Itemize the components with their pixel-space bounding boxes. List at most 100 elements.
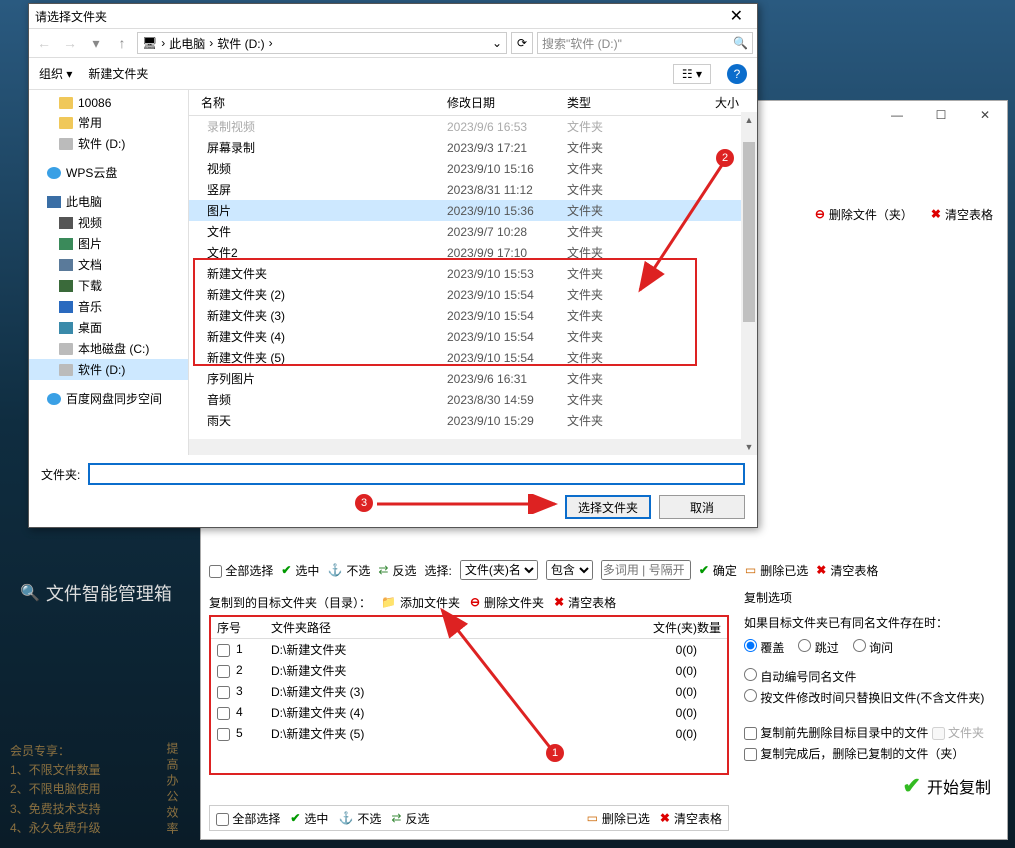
list-item[interactable]: 新建文件夹 (3)2023/9/10 15:54文件夹 xyxy=(189,305,757,326)
tree-node[interactable]: 下载 xyxy=(29,275,188,296)
tree-node[interactable]: WPS云盘 xyxy=(29,162,188,183)
col-size[interactable]: 大小 xyxy=(657,94,757,111)
tree-node[interactable]: 10086 xyxy=(29,94,188,112)
row-checkbox[interactable] xyxy=(217,644,230,657)
filter-mode-select[interactable]: 文件(夹)名 xyxy=(460,560,538,580)
list-rows[interactable]: 录制视频2023/9/6 16:53文件夹屏幕录制2023/9/3 17:21文… xyxy=(189,116,757,439)
clear-table-button[interactable]: ✖清空表格 xyxy=(931,206,993,223)
select-folder-button[interactable]: 选择文件夹 xyxy=(565,495,651,519)
list-item[interactable]: 录制视频2023/9/6 16:53文件夹 xyxy=(189,116,757,137)
row-checkbox[interactable] xyxy=(217,728,230,741)
list-item[interactable]: 新建文件夹 (4)2023/9/10 15:54文件夹 xyxy=(189,326,757,347)
filter-confirm-button[interactable]: ✔确定 xyxy=(699,562,737,579)
clear-table-button-4[interactable]: ✖清空表格 xyxy=(660,810,722,827)
refresh-button[interactable]: ⟳ xyxy=(511,32,533,54)
scroll-down-icon[interactable]: ▼ xyxy=(741,439,757,455)
nav-back-button[interactable]: ← xyxy=(33,35,55,51)
tree-node[interactable]: 软件 (D:) xyxy=(29,133,188,154)
nav-recent-dropdown[interactable]: ▾ xyxy=(85,35,107,52)
invert-button[interactable]: ⇄反选 xyxy=(378,562,416,579)
list-item[interactable]: 文件22023/9/9 17:10文件夹 xyxy=(189,242,757,263)
list-item[interactable]: 序列图片2023/9/6 16:31文件夹 xyxy=(189,368,757,389)
tree-node[interactable]: 此电脑 xyxy=(29,191,188,212)
radio-ask[interactable]: 询问 xyxy=(853,639,893,656)
table-row[interactable]: 3D:\新建文件夹 (3)0(0) xyxy=(211,681,727,702)
tree-node[interactable]: 百度网盘同步空间 xyxy=(29,388,188,409)
close-button[interactable]: ✕ xyxy=(967,104,1003,126)
invert-button-2[interactable]: ⇄反选 xyxy=(391,810,429,827)
folder-tree[interactable]: 10086常用软件 (D:)WPS云盘此电脑视频图片文档下载音乐桌面本地磁盘 (… xyxy=(29,90,189,455)
breadcrumb-dropdown-icon[interactable]: ⌄ xyxy=(492,36,502,50)
tree-node[interactable]: 音乐 xyxy=(29,296,188,317)
unselect-button[interactable]: ⚓不选 xyxy=(327,562,370,579)
breadcrumb-drive[interactable]: 软件 (D:) xyxy=(217,35,264,52)
list-item[interactable]: 新建文件夹 (5)2023/9/10 15:54文件夹 xyxy=(189,347,757,368)
vertical-scrollbar[interactable]: ▲ ▼ xyxy=(741,112,757,455)
list-item[interactable]: 竖屏2023/8/31 11:12文件夹 xyxy=(189,179,757,200)
start-copy-button[interactable]: ✔ 开始复制 xyxy=(903,773,991,799)
tree-node[interactable]: 软件 (D:) xyxy=(29,359,188,380)
delete-selected-button-2[interactable]: ▭删除已选 xyxy=(587,810,650,827)
new-folder-button[interactable]: 新建文件夹 xyxy=(88,65,148,82)
col-type[interactable]: 类型 xyxy=(567,94,657,111)
table-row[interactable]: 4D:\新建文件夹 (4)0(0) xyxy=(211,702,727,723)
breadcrumb[interactable]: 🖥 › 此电脑 › 软件 (D:) › ⌄ xyxy=(137,32,507,54)
row-checkbox[interactable] xyxy=(217,686,230,699)
scroll-thumb[interactable] xyxy=(743,142,755,322)
view-toggle-button[interactable]: ☷ ▾ xyxy=(673,64,711,84)
table-row[interactable]: 5D:\新建文件夹 (5)0(0) xyxy=(211,723,727,744)
select-button[interactable]: ✔选中 xyxy=(281,562,319,579)
list-item[interactable]: 屏幕录制2023/9/3 17:21文件夹 xyxy=(189,137,757,158)
filter-contains-select[interactable]: 包含 xyxy=(546,560,593,580)
dialog-close-button[interactable]: ✕ xyxy=(722,6,751,26)
checkbox-post-delete[interactable]: 复制完成后，删除已复制的文件（夹） xyxy=(744,745,999,762)
select-all-checkbox-2[interactable]: 全部选择 xyxy=(216,810,280,827)
horizontal-scrollbar[interactable] xyxy=(189,439,741,455)
tree-node[interactable]: 视频 xyxy=(29,212,188,233)
list-item[interactable]: 新建文件夹 (2)2023/9/10 15:54文件夹 xyxy=(189,284,757,305)
breadcrumb-pc[interactable]: 此电脑 xyxy=(169,35,205,52)
checkbox-pre-delete[interactable]: 复制前先删除目标目录中的文件 文件夹 xyxy=(744,724,999,741)
select-button-2[interactable]: ✔选中 xyxy=(290,810,328,827)
radio-auto-rename[interactable]: 自动编号同名文件 xyxy=(744,668,999,685)
tree-node[interactable]: 本地磁盘 (C:) xyxy=(29,338,188,359)
filter-keywords-input[interactable] xyxy=(601,560,691,580)
list-item[interactable]: 视频2023/9/10 15:16文件夹 xyxy=(189,158,757,179)
scroll-up-icon[interactable]: ▲ xyxy=(741,112,757,128)
clear-table-button-2[interactable]: ✖清空表格 xyxy=(816,562,878,579)
nav-forward-button[interactable]: → xyxy=(59,35,81,51)
col-name[interactable]: 名称 xyxy=(189,94,447,111)
folder-name-input[interactable] xyxy=(88,463,745,485)
table-row[interactable]: 1D:\新建文件夹0(0) xyxy=(211,639,727,661)
radio-by-mtime[interactable]: 按文件修改时间只替换旧文件(不含文件夹) xyxy=(744,689,999,706)
add-folder-button[interactable]: 📁添加文件夹 xyxy=(381,594,460,611)
tree-node[interactable]: 常用 xyxy=(29,112,188,133)
maximize-button[interactable]: ☐ xyxy=(923,104,959,126)
search-input[interactable]: 搜索"软件 (D:)"🔍 xyxy=(537,32,753,54)
nav-up-button[interactable]: ↑ xyxy=(111,35,133,51)
list-item[interactable]: 新建文件夹2023/9/10 15:53文件夹 xyxy=(189,263,757,284)
delete-file-button[interactable]: ⊖删除文件（夹） xyxy=(815,206,913,223)
list-item[interactable]: 文件2023/9/7 10:28文件夹 xyxy=(189,221,757,242)
help-button[interactable]: ? xyxy=(727,64,747,84)
cancel-button[interactable]: 取消 xyxy=(659,495,745,519)
delete-folder-button[interactable]: ⊖删除文件夹 xyxy=(470,594,544,611)
tree-node[interactable]: 文档 xyxy=(29,254,188,275)
table-row[interactable]: 2D:\新建文件夹0(0) xyxy=(211,660,727,681)
row-checkbox[interactable] xyxy=(217,707,230,720)
row-checkbox[interactable] xyxy=(217,665,230,678)
list-item[interactable]: 雨天2023/9/10 15:29文件夹 xyxy=(189,410,757,431)
tree-node[interactable]: 桌面 xyxy=(29,317,188,338)
col-date[interactable]: 修改日期 xyxy=(447,94,567,111)
radio-skip[interactable]: 跳过 xyxy=(798,639,838,656)
select-all-checkbox[interactable]: 全部选择 xyxy=(209,562,273,579)
clear-table-button-3[interactable]: ✖清空表格 xyxy=(554,594,616,611)
list-item[interactable]: 图片2023/9/10 15:36文件夹 xyxy=(189,200,757,221)
delete-selected-button[interactable]: ▭删除已选 xyxy=(745,562,808,579)
list-item[interactable]: 音频2023/8/30 14:59文件夹 xyxy=(189,389,757,410)
unselect-button-2[interactable]: ⚓不选 xyxy=(338,810,381,827)
tree-node[interactable]: 图片 xyxy=(29,233,188,254)
organize-button[interactable]: 组织 ▾ xyxy=(39,65,72,82)
minimize-button[interactable]: — xyxy=(879,104,915,126)
radio-overwrite[interactable]: 覆盖 xyxy=(744,639,784,656)
